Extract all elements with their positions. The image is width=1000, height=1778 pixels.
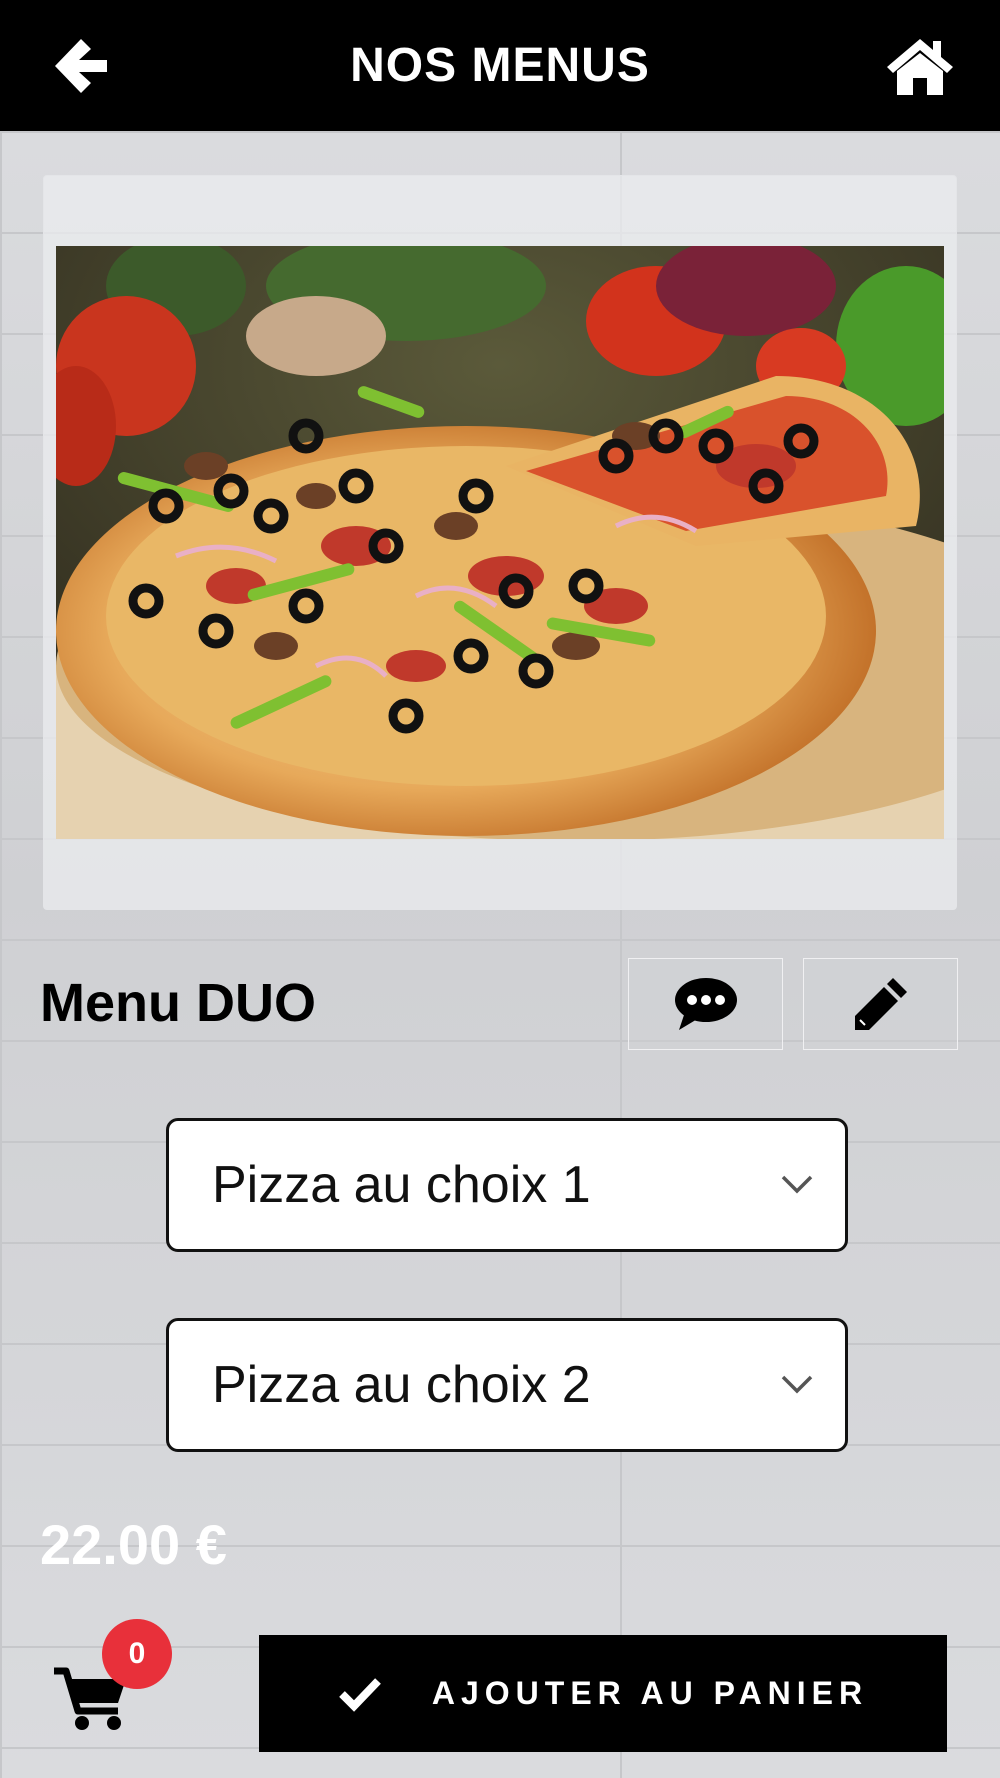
- pizza-select-2-value: Pizza au choix 2: [212, 1356, 591, 1414]
- pencil-icon: [854, 978, 907, 1030]
- add-to-cart-button[interactable]: AJOUTER AU PANIER: [259, 1635, 947, 1752]
- edit-button[interactable]: [803, 958, 958, 1050]
- check-icon: [338, 1676, 382, 1712]
- home-button[interactable]: [880, 28, 960, 104]
- chevron-down-icon: [781, 1375, 813, 1394]
- comment-button[interactable]: [628, 958, 783, 1050]
- product-title-row: Menu DUO: [40, 958, 960, 1050]
- top-bar: NOS MENUS: [0, 0, 1000, 131]
- product-price: 22.00 €: [40, 1513, 227, 1576]
- page-title: NOS MENUS: [350, 39, 650, 92]
- pizza-select-1-value: Pizza au choix 1: [212, 1156, 591, 1214]
- product-image-card: [43, 175, 957, 910]
- home-icon: [887, 39, 953, 95]
- pizza-photo: [56, 246, 944, 839]
- cart-count-badge: 0: [102, 1619, 172, 1689]
- comment-icon: [674, 978, 737, 1030]
- add-to-cart-label: AJOUTER AU PANIER: [431, 1675, 869, 1711]
- pizza-select-2[interactable]: Pizza au choix 2: [166, 1318, 848, 1452]
- chevron-down-icon: [781, 1175, 813, 1194]
- product-title: Menu DUO: [40, 973, 316, 1033]
- pizza-select-1[interactable]: Pizza au choix 1: [166, 1118, 848, 1252]
